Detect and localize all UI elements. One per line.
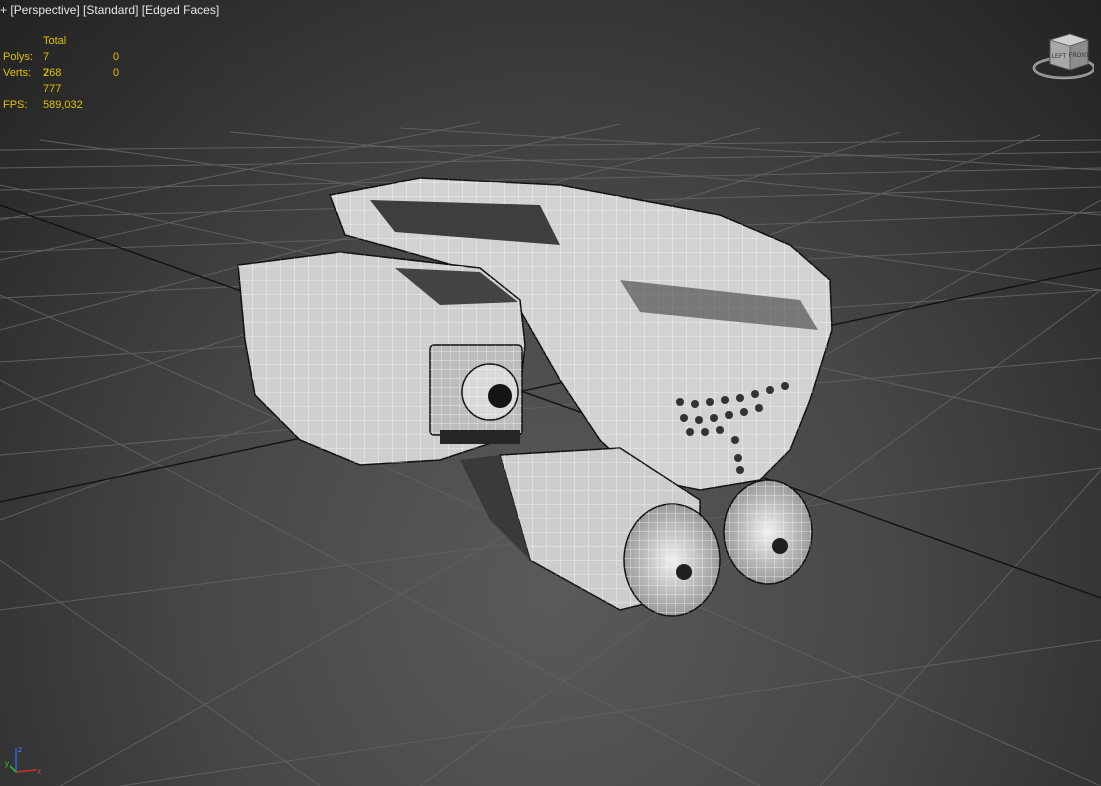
viewport-shading-menu[interactable]: Standard (86, 3, 135, 17)
verts-total: 7 777 (43, 67, 62, 95)
viewport-edges-menu[interactable]: Edged Faces (145, 3, 216, 17)
stats-total-header: Total (43, 35, 67, 47)
viewcube-front-label: FRONT (1069, 53, 1090, 59)
home-grid (0, 121, 1101, 786)
axis-z-label: z (18, 745, 22, 754)
fps-label: FPS: (3, 99, 28, 111)
viewport-label-menu: + [Perspective] [Standard] [Edged Faces] (0, 3, 220, 17)
axis-tripod-icon: x y z (5, 745, 41, 776)
viewport-view-menu[interactable]: Perspective (14, 3, 77, 17)
axis-y-label: y (5, 759, 9, 768)
verts-selected: 0 (113, 67, 120, 79)
polys-selected: 0 (113, 51, 120, 63)
viewport-plus-menu[interactable]: + (0, 3, 7, 17)
engine-mesh (237, 177, 833, 617)
polys-label: Polys: (3, 51, 33, 63)
viewcube-icon[interactable]: LEFT FRONT (1030, 30, 1094, 82)
viewcube-left-label: LEFT (1052, 54, 1067, 60)
fps-value: 589,032 (43, 99, 83, 111)
axis-x-label: x (37, 767, 41, 776)
verts-label: Verts: (3, 67, 32, 79)
perspective-viewport[interactable]: + [Perspective] [Standard] [Edged Faces]… (0, 0, 1101, 786)
